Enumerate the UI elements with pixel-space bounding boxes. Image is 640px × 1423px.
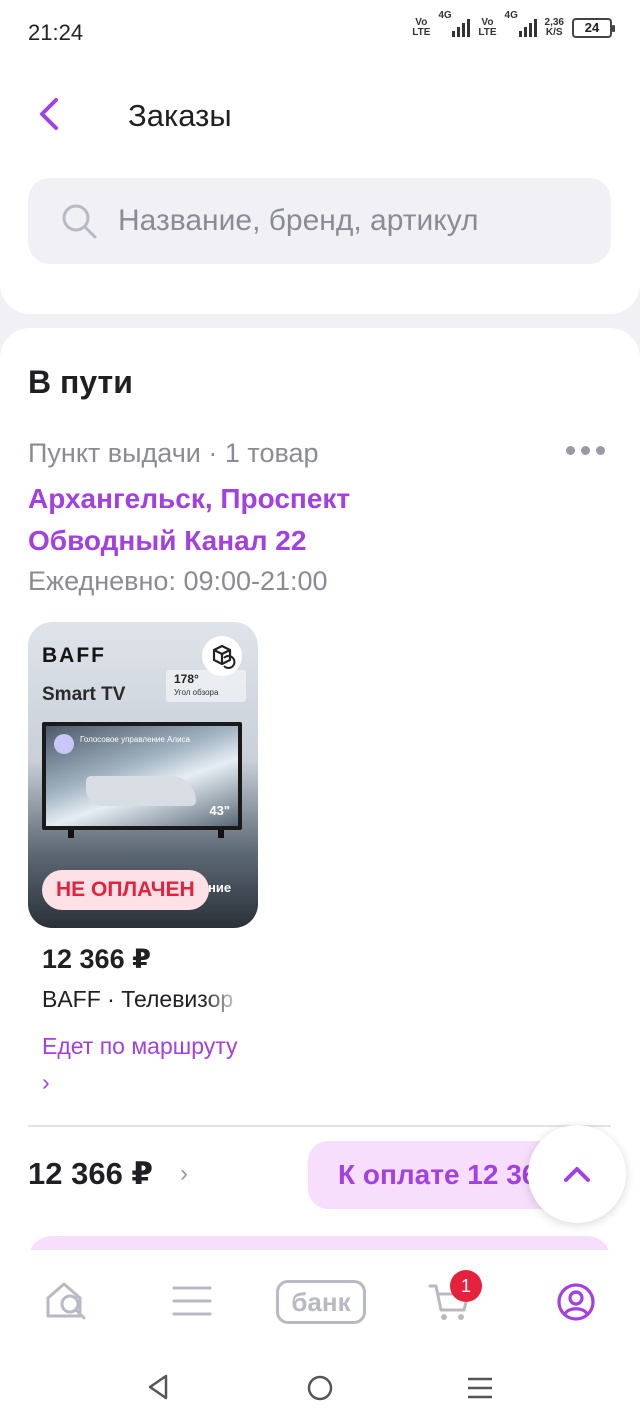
item-price: 12 366 ₽ xyxy=(42,944,151,974)
chevron-left-icon xyxy=(40,98,58,130)
network-type-2: 4G xyxy=(504,10,518,21)
pickup-address[interactable]: Архангельск, Проспект Обводный Канал 22 xyxy=(28,478,448,562)
nav-bank[interactable]: банк xyxy=(276,1280,366,1324)
menu-icon xyxy=(172,1286,212,1316)
signal-icon-2 xyxy=(518,19,537,37)
nav-profile[interactable] xyxy=(556,1282,596,1327)
section-title: В пути xyxy=(28,364,133,400)
product-image-caption: ние xyxy=(208,880,232,895)
page-title: Заказы xyxy=(128,98,232,133)
cart-count-badge: 1 xyxy=(450,1270,482,1302)
viewing-angle-value: 178° xyxy=(174,672,199,686)
volte-icon-2: Vo LTE xyxy=(478,17,497,38)
more-options-icon[interactable] xyxy=(566,446,605,455)
alice-icon xyxy=(54,734,74,754)
system-recents-icon[interactable] xyxy=(466,1376,494,1400)
scroll-to-top-button[interactable] xyxy=(528,1125,626,1223)
order-total[interactable]: 12 366 ₽ xyxy=(28,1156,153,1192)
home-search-icon xyxy=(46,1282,86,1320)
signal-icon xyxy=(452,19,471,37)
viewing-angle-label: Угол обзора xyxy=(174,688,219,697)
search-input[interactable]: Название, бренд, артикул xyxy=(118,204,479,238)
status-icons: Vo LTE 4G Vo LTE 4G 2,36 K/S 24 xyxy=(412,11,615,38)
chevron-up-icon xyxy=(564,1167,590,1182)
system-home-icon[interactable] xyxy=(306,1374,334,1402)
chevron-right-icon[interactable]: › xyxy=(180,1160,188,1188)
network-type: 4G xyxy=(438,10,452,21)
tv-screen: Голосовое управление Алиса 43" xyxy=(42,722,242,830)
nav-home[interactable] xyxy=(44,1278,88,1327)
search-icon xyxy=(60,202,98,245)
bottom-nav: банк 1 xyxy=(0,1250,640,1350)
product-image-brand: BAFF xyxy=(42,644,106,667)
search-bar[interactable]: Название, бренд, артикул xyxy=(28,178,611,264)
divider xyxy=(28,1125,611,1127)
volte-icon: Vo LTE xyxy=(412,17,431,38)
item-name[interactable]: BAFF · Телевизор xyxy=(42,986,244,1013)
profile-icon xyxy=(557,1283,595,1321)
status-time: 21:24 xyxy=(28,20,84,45)
tv-size-label: 43" xyxy=(209,803,230,818)
alice-label: Голосовое управление Алиса xyxy=(80,735,190,744)
order-card: В пути Пункт выдачи · 1 товар Архангельс… xyxy=(0,328,640,1276)
boat-graphic xyxy=(86,776,196,806)
pickup-hours: Ежедневно: 09:00-21:00 xyxy=(28,566,328,596)
status-bar: 21:24 Vo LTE 4G Vo LTE 4G 2,36 K/S 24 xyxy=(0,0,640,66)
product-image-subtitle: Smart TV xyxy=(42,684,126,705)
system-back-icon[interactable] xyxy=(146,1374,170,1400)
battery-icon: 24 xyxy=(572,18,615,38)
tv-stand-left xyxy=(68,830,74,838)
product-image[interactable]: BAFF Smart TV 178° Угол обзора Голосовое… xyxy=(28,622,258,928)
system-nav-bar xyxy=(0,1350,640,1423)
tv-stand-right xyxy=(218,830,224,838)
unpaid-badge: НЕ ОПЛАЧЕН xyxy=(42,870,209,910)
pickup-meta: Пункт выдачи · 1 товар xyxy=(28,438,319,468)
nav-catalog[interactable] xyxy=(172,1284,212,1323)
return-icon xyxy=(202,636,242,676)
network-speed: 2,36 K/S xyxy=(544,17,564,38)
back-button[interactable] xyxy=(30,94,70,134)
header-card: Заказы Название, бренд, артикул xyxy=(0,66,640,314)
delivery-status-link[interactable]: Едет по маршруту › xyxy=(42,1028,242,1100)
